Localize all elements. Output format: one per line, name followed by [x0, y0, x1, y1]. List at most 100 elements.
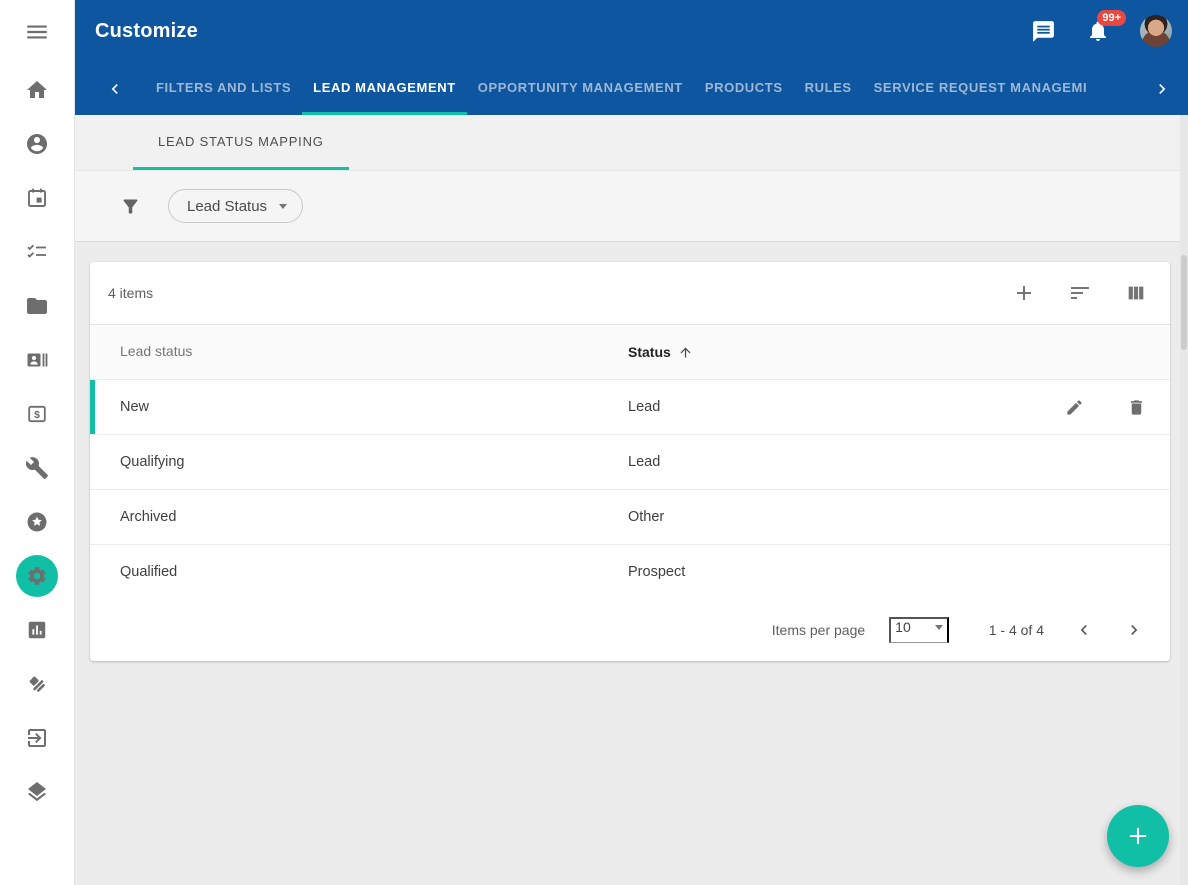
- sidebar-item-home[interactable]: [10, 63, 64, 117]
- sidebar-item-layers[interactable]: [10, 765, 64, 819]
- bar-chart-icon: [26, 619, 48, 641]
- sidebar-item-folder[interactable]: [10, 279, 64, 333]
- sidebar: $: [0, 0, 75, 885]
- layers-icon: [25, 780, 49, 804]
- card-toolbar: [1012, 281, 1148, 305]
- tabs-scroll-right-button[interactable]: [1150, 62, 1174, 115]
- scrollbar-track[interactable]: [1180, 115, 1188, 885]
- row-actions: [1062, 395, 1170, 419]
- column-header-status[interactable]: Status: [628, 344, 693, 360]
- table-row[interactable]: New Lead: [90, 379, 1170, 434]
- subtab-lead-status-mapping[interactable]: LEAD STATUS MAPPING: [133, 115, 349, 170]
- scrollbar-thumb[interactable]: [1181, 255, 1187, 350]
- chevron-right-icon: [1124, 620, 1144, 640]
- notification-badge: 99+: [1097, 10, 1126, 26]
- cell-status: Lead: [628, 454, 1170, 470]
- plus-icon: [1124, 822, 1152, 850]
- table-row[interactable]: Qualified Prospect: [90, 544, 1170, 599]
- sidebar-item-billing[interactable]: $: [10, 387, 64, 441]
- svg-text:$: $: [34, 409, 40, 421]
- sidebar-item-featured[interactable]: [10, 495, 64, 549]
- header-top-row: Customize 99+: [75, 0, 1188, 62]
- table-header-row: Lead status Status: [90, 324, 1170, 379]
- chevron-down-icon: [935, 625, 943, 630]
- add-fab-button[interactable]: [1107, 805, 1169, 867]
- sidebar-item-tools[interactable]: [10, 441, 64, 495]
- cell-lead-status: Qualifying: [90, 454, 628, 470]
- column-header-lead-status[interactable]: Lead status: [120, 343, 192, 359]
- contact-card-icon: [25, 348, 49, 372]
- trash-icon: [1127, 398, 1146, 417]
- chat-icon: [1031, 19, 1056, 44]
- tab-opportunity-management[interactable]: OPPORTUNITY MANAGEMENT: [467, 62, 694, 115]
- plus-icon: [1012, 281, 1036, 305]
- header-actions: 99+: [1031, 15, 1172, 47]
- notifications-button[interactable]: 99+: [1086, 19, 1110, 43]
- columns-button[interactable]: [1124, 281, 1148, 305]
- chevron-down-icon: [279, 204, 287, 209]
- tab-service-request-management[interactable]: SERVICE REQUEST MANAGEMI: [863, 62, 1099, 115]
- account-circle-icon: [25, 132, 49, 156]
- sidebar-item-settings[interactable]: [10, 549, 64, 603]
- app-header: Customize 99+ FILTERS AND LISTS LEAD MAN…: [75, 0, 1188, 115]
- sidebar-item-calendar[interactable]: [10, 171, 64, 225]
- tab-filters-and-lists[interactable]: FILTERS AND LISTS: [145, 62, 302, 115]
- card-header: 4 items: [90, 262, 1170, 324]
- table-row[interactable]: Qualifying Lead: [90, 434, 1170, 489]
- cell-lead-status: Qualified: [90, 564, 628, 580]
- chevron-left-icon: [105, 79, 125, 99]
- items-count: 4 items: [108, 285, 153, 301]
- chat-button[interactable]: [1031, 19, 1056, 44]
- cell-status: Prospect: [628, 564, 1170, 580]
- edit-row-button[interactable]: [1062, 395, 1086, 419]
- tab-bar: FILTERS AND LISTS LEAD MANAGEMENT OPPORT…: [75, 62, 1188, 115]
- page-title: Customize: [95, 20, 198, 43]
- pagination-range: 1 - 4 of 4: [989, 622, 1044, 638]
- filter-funnel-icon: [120, 196, 141, 217]
- pencil-icon: [1065, 398, 1084, 417]
- exit-to-app-icon: [25, 726, 49, 750]
- tab-rules[interactable]: RULES: [794, 62, 863, 115]
- settings-active-indicator: [16, 555, 58, 597]
- star-circle-icon: [25, 510, 49, 534]
- calendar-icon: [25, 186, 49, 210]
- add-item-button[interactable]: [1012, 281, 1036, 305]
- sidebar-item-tasks[interactable]: [10, 225, 64, 279]
- sidebar-nav: $: [10, 63, 64, 819]
- cell-status: Other: [628, 509, 1170, 525]
- lead-status-filter-chip[interactable]: Lead Status: [168, 189, 303, 223]
- tab-products[interactable]: PRODUCTS: [694, 62, 794, 115]
- items-per-page-label: Items per page: [772, 622, 865, 638]
- sidebar-item-deals[interactable]: [10, 657, 64, 711]
- sidebar-item-reports[interactable]: [10, 603, 64, 657]
- chevron-left-icon: [1074, 620, 1094, 640]
- sidebar-item-sign-in[interactable]: [10, 711, 64, 765]
- sort-ascending-arrow-icon: [678, 345, 693, 360]
- tab-lead-management[interactable]: LEAD MANAGEMENT: [302, 62, 467, 115]
- next-page-button[interactable]: [1124, 620, 1144, 640]
- page-size-select[interactable]: 10: [889, 617, 949, 643]
- chevron-right-icon: [1152, 79, 1172, 99]
- billing-icon: $: [25, 402, 49, 426]
- pagination: Items per page 10 1 - 4 of 4: [90, 599, 1170, 661]
- previous-page-button[interactable]: [1074, 620, 1094, 640]
- tasks-icon: [25, 240, 49, 264]
- cell-lead-status: New: [90, 399, 628, 415]
- avatar[interactable]: [1140, 15, 1172, 47]
- tabs: FILTERS AND LISTS LEAD MANAGEMENT OPPORT…: [145, 62, 1150, 115]
- delete-row-button[interactable]: [1124, 395, 1148, 419]
- sidebar-item-account[interactable]: [10, 117, 64, 171]
- filter-button[interactable]: [120, 196, 141, 217]
- sort-button[interactable]: [1068, 281, 1092, 305]
- sidebar-item-contact-card[interactable]: [10, 333, 64, 387]
- table-row[interactable]: Archived Other: [90, 489, 1170, 544]
- tabs-scroll-left-button[interactable]: [103, 62, 127, 115]
- hamburger-menu-icon[interactable]: [23, 18, 51, 46]
- main-content: 4 items Lead status Status: [75, 242, 1188, 661]
- columns-icon: [1125, 282, 1147, 304]
- gear-icon: [26, 565, 48, 587]
- subtab-bar: LEAD STATUS MAPPING: [75, 115, 1188, 171]
- filter-bar: Lead Status: [75, 171, 1188, 242]
- home-icon: [25, 78, 49, 102]
- handshake-icon: [25, 672, 49, 696]
